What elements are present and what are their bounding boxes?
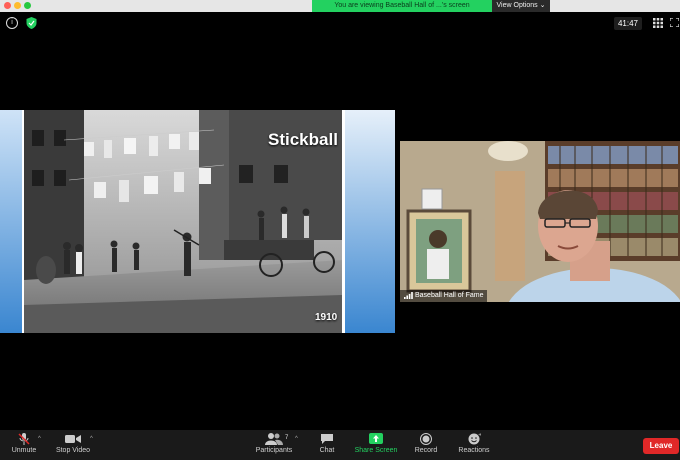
shield-icon[interactable] xyxy=(26,17,37,29)
participants-icon xyxy=(265,433,283,445)
meeting-toolbar: Unmute ^ Stop Video ^ Participants 7 ^ C… xyxy=(0,430,680,460)
mic-muted-icon xyxy=(18,433,30,445)
meeting-timer: 41:47 xyxy=(614,17,642,30)
reactions-label: Reactions xyxy=(458,447,490,454)
participant-name: Baseball Hall of Fame xyxy=(415,292,484,299)
speaker-video-image xyxy=(400,141,680,302)
record-label: Record xyxy=(414,447,438,454)
participants-count: 7 xyxy=(285,435,289,441)
video-options-caret[interactable]: ^ xyxy=(90,436,93,442)
stickball-photo: Stickball 1910 xyxy=(24,110,342,333)
leave-button[interactable]: Leave xyxy=(643,438,679,454)
screen-share-banner: You are viewing Baseball Hall of ...'s s… xyxy=(312,0,492,12)
unmute-label: Unmute xyxy=(11,447,37,454)
shared-screen-slide: Stickball 1910 xyxy=(0,110,395,333)
participant-name-tag: Baseball Hall of Fame xyxy=(400,290,488,302)
unmute-button[interactable]: Unmute xyxy=(6,433,42,454)
maximize-window-icon[interactable] xyxy=(24,2,31,9)
record-icon xyxy=(420,433,432,445)
signal-icon xyxy=(404,291,413,299)
record-button[interactable]: Record xyxy=(410,433,442,454)
share-screen-label: Share Screen xyxy=(354,447,398,454)
view-options-label: View Options xyxy=(496,2,538,9)
share-screen-button[interactable]: Share Screen xyxy=(352,433,400,454)
chevron-down-icon: ⌄ xyxy=(539,2,546,9)
slide-left-panel xyxy=(0,110,22,333)
stop-video-label: Stop Video xyxy=(55,447,91,454)
audio-options-caret[interactable]: ^ xyxy=(38,436,41,442)
fullscreen-icon[interactable] xyxy=(670,18,679,27)
reactions-button[interactable]: + Reactions xyxy=(455,433,493,454)
slide-year: 1910 xyxy=(315,312,338,323)
grid-icon[interactable] xyxy=(653,18,663,28)
participants-options-caret[interactable]: ^ xyxy=(295,436,298,442)
video-camera-icon xyxy=(65,435,81,443)
chat-icon xyxy=(321,434,333,444)
view-options-button[interactable]: View Options ⌄ xyxy=(492,0,550,12)
participants-button[interactable]: Participants xyxy=(250,433,298,454)
minimize-window-icon[interactable] xyxy=(14,2,21,9)
chat-label: Chat xyxy=(319,447,335,454)
participants-label: Participants xyxy=(255,447,293,454)
reactions-icon: + xyxy=(468,433,481,445)
close-window-icon[interactable] xyxy=(4,2,11,9)
stop-video-button[interactable]: Stop Video xyxy=(52,433,94,454)
svg-text:+: + xyxy=(478,433,481,438)
slide-title: Stickball xyxy=(268,130,338,149)
speaker-video[interactable]: Baseball Hall of Fame xyxy=(400,141,680,302)
chat-button[interactable]: Chat xyxy=(312,433,342,454)
info-icon[interactable]: i xyxy=(6,17,18,29)
share-screen-icon xyxy=(369,433,383,444)
slide-right-panel xyxy=(345,110,395,333)
